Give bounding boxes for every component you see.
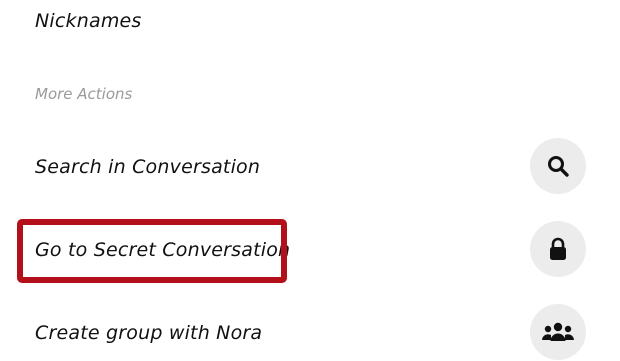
secret-conversation-button[interactable]	[530, 221, 586, 277]
search-icon	[548, 156, 569, 177]
section-header-more-actions: More Actions	[35, 85, 133, 103]
menu-item-label: Create group with Nora	[35, 322, 263, 344]
menu-item-create-group[interactable]: Create group with Nora	[0, 304, 620, 361]
search-button[interactable]	[530, 138, 586, 194]
group-icon	[542, 322, 574, 341]
menu-item-search-in-conversation[interactable]: Search in Conversation	[0, 138, 620, 198]
highlight-box	[17, 219, 287, 283]
lock-icon	[550, 237, 566, 260]
create-group-button[interactable]	[530, 304, 586, 360]
menu-item-label: Nicknames	[35, 10, 142, 32]
menu-item-label: Search in Conversation	[35, 156, 261, 178]
menu-item-nicknames[interactable]: Nicknames	[0, 0, 620, 48]
